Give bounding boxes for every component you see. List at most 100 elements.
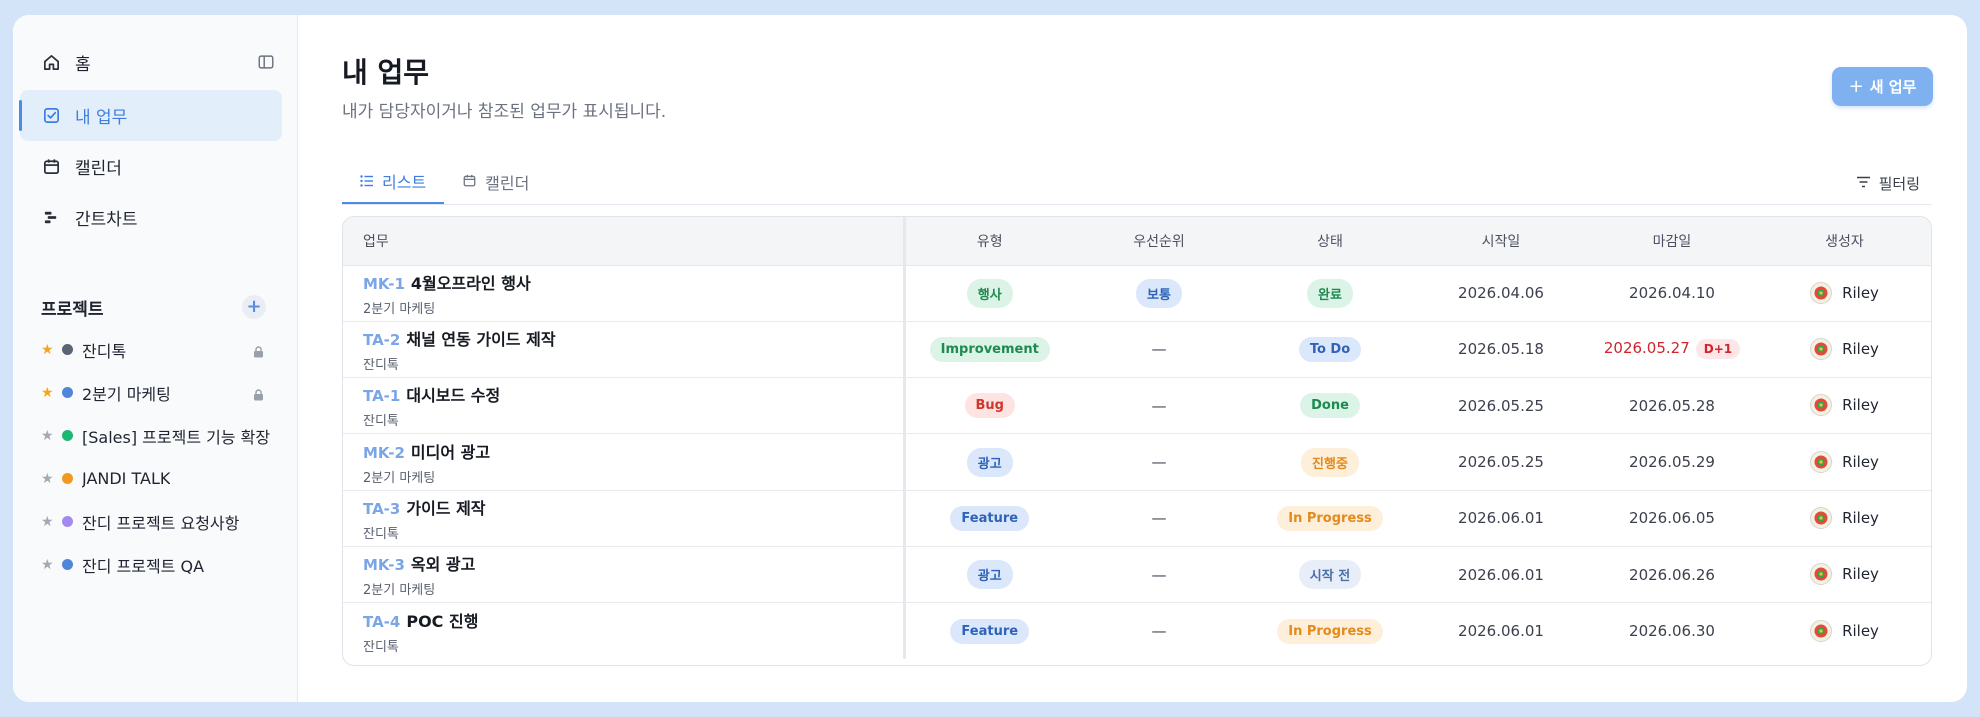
star-icon[interactable]: ★ (41, 471, 54, 487)
column-header-creator[interactable]: 생성자 (1758, 217, 1931, 266)
start-cell[interactable]: 2026.05.18 (1416, 321, 1586, 377)
task-key[interactable]: MK-3 (363, 556, 405, 574)
start-cell[interactable]: 2026.04.06 (1416, 265, 1586, 321)
start-cell[interactable]: 2026.05.25 (1416, 434, 1586, 490)
table-row[interactable]: TA-1 대시보드 수정잔디톡 Bug — Done 2026.05.25 2026.05.… (343, 377, 1931, 434)
priority-badge[interactable]: 보통 (1136, 278, 1182, 308)
status-badge[interactable]: 완료 (1307, 278, 1353, 308)
start-cell[interactable]: 2026.06.01 (1416, 490, 1586, 546)
filter-button[interactable]: 필터링 (1856, 161, 1920, 205)
priority-empty[interactable]: — (1152, 509, 1167, 527)
priority-empty[interactable]: — (1152, 622, 1167, 640)
type-badge[interactable]: Feature (950, 618, 1030, 644)
column-header-status[interactable]: 상태 (1244, 217, 1416, 266)
due-cell[interactable]: 2026.04.10 (1586, 265, 1758, 321)
table-row[interactable]: MK-1 4월오프라인 행사 2분기 마케팅 행사 보통 완료 2026.04.06 2026… (343, 265, 1931, 322)
task-name[interactable]: POC 진행 (406, 612, 478, 631)
due-cell[interactable]: 2026.05.29 (1586, 434, 1758, 490)
avatar (1810, 619, 1833, 642)
type-badge[interactable]: Feature (950, 505, 1030, 531)
priority-empty[interactable]: — (1152, 453, 1167, 471)
task-cell[interactable]: TA-3 가이드 제작 잔디톡 (343, 490, 906, 547)
task-key[interactable]: TA-1 (363, 387, 400, 405)
status-badge[interactable]: In Progress (1277, 505, 1383, 531)
due-cell[interactable]: 2026.06.26 (1586, 546, 1758, 602)
task-name[interactable]: 대시보드 수정 (406, 386, 500, 405)
star-icon[interactable]: ★ (41, 557, 54, 573)
task-name[interactable]: 미디어 광고 (411, 443, 490, 462)
sidebar-project-item[interactable]: ★ 잔디톡 (20, 328, 282, 371)
column-header-task[interactable]: 업무 (343, 217, 906, 266)
due-cell[interactable]: 2026.05.28 (1586, 378, 1758, 434)
task-key[interactable]: MK-1 (363, 275, 405, 293)
task-name[interactable]: 4월오프라인 행사 (411, 274, 531, 293)
type-badge[interactable]: Bug (964, 393, 1015, 419)
sidebar-item-home[interactable]: 홈 (20, 44, 282, 80)
status-badge[interactable]: To Do (1298, 336, 1362, 362)
star-icon[interactable]: ★ (41, 385, 54, 401)
start-cell[interactable]: 2026.06.01 (1416, 603, 1586, 659)
column-header-start[interactable]: 시작일 (1416, 217, 1586, 266)
star-icon[interactable]: ★ (41, 428, 54, 444)
task-key[interactable]: TA-3 (363, 500, 400, 518)
type-badge[interactable]: 행사 (966, 278, 1013, 308)
status-badge[interactable]: 시작 전 (1298, 560, 1362, 590)
start-date: 2026.05.25 (1458, 453, 1544, 472)
column-header-due[interactable]: 마감일 (1586, 217, 1758, 266)
star-icon[interactable]: ★ (41, 514, 54, 530)
type-badge[interactable]: Improvement (929, 336, 1050, 362)
creator-cell: Riley (1758, 378, 1931, 434)
task-cell[interactable]: MK-3 옥외 광고 2분기 마케팅 (343, 546, 906, 603)
task-cell[interactable]: TA-2 채널 연동 가이드 제작 잔디톡 (343, 321, 906, 378)
task-name[interactable]: 옥외 광고 (411, 555, 475, 574)
tab-list[interactable]: 리스트 (342, 160, 445, 204)
status-badge[interactable]: In Progress (1277, 618, 1383, 644)
due-cell[interactable]: 2026.05.27 D+1 (1586, 321, 1758, 377)
star-icon[interactable]: ★ (41, 342, 54, 358)
task-name[interactable]: 가이드 제작 (406, 499, 485, 518)
tab-calendar[interactable]: 캘린더 (444, 160, 547, 204)
type-badge[interactable]: 광고 (966, 560, 1013, 590)
table-row[interactable]: TA-2 채널 연동 가이드 제작 잔디톡 Improvement — To Do 2026… (343, 321, 1931, 378)
type-badge[interactable]: 광고 (966, 447, 1013, 477)
add-project-button[interactable]: + (242, 295, 266, 319)
sidebar-item-label: 캘린더 (75, 159, 122, 179)
column-header-type[interactable]: 유형 (904, 217, 1074, 266)
creator-name: Riley (1842, 565, 1879, 584)
priority-empty[interactable]: — (1152, 340, 1167, 358)
sidebar-project-item[interactable]: ★ [Sales] 프로젝트 기능 확장 (20, 414, 282, 457)
column-header-priority[interactable]: 우선순위 (1074, 217, 1244, 266)
table-row[interactable]: TA-3 가이드 제작 잔디톡 Feature — In Progress 2026.06.… (343, 490, 1931, 547)
sidebar-item-my-tasks[interactable]: 내 업무 (19, 90, 282, 141)
sidebar-project-item[interactable]: ★ 잔디 프로젝트 QA (20, 543, 282, 586)
due-cell[interactable]: 2026.06.05 (1586, 490, 1758, 546)
new-task-button[interactable]: + 새 업무 (1832, 67, 1933, 106)
status-badge[interactable]: 진행중 (1301, 447, 1359, 477)
sidebar-toggle-icon[interactable] (257, 53, 277, 73)
priority-empty[interactable]: — (1152, 397, 1167, 415)
sidebar-item-calendar[interactable]: 캘린더 (20, 141, 282, 192)
start-cell[interactable]: 2026.06.01 (1416, 546, 1586, 602)
task-cell[interactable]: MK-1 4월오프라인 행사 2분기 마케팅 (343, 265, 906, 322)
task-key[interactable]: TA-4 (363, 613, 400, 631)
task-cell[interactable]: TA-4 POC 진행 잔디톡 (343, 602, 906, 660)
priority-empty[interactable]: — (1152, 566, 1167, 584)
sidebar-project-item[interactable]: ★ JANDI TALK (20, 457, 282, 500)
task-key[interactable]: MK-2 (363, 444, 405, 462)
sidebar-item-gantt[interactable]: 간트차트 (20, 192, 282, 243)
task-name[interactable]: 채널 연동 가이드 제작 (406, 330, 555, 349)
projects-header: 프로젝트 + (20, 292, 282, 322)
type-cell: Feature (904, 490, 1074, 546)
table-row[interactable]: TA-4 POC 진행 잔디톡 Feature — In Progress 2026.06.… (343, 602, 1931, 660)
table-row[interactable]: MK-2 미디어 광고 2분기 마케팅 광고 — 진행중 2026.05.25 2026.05… (343, 433, 1931, 491)
sidebar-project-item[interactable]: ★ 2분기 마케팅 (20, 371, 282, 414)
task-cell[interactable]: MK-2 미디어 광고 2분기 마케팅 (343, 433, 906, 491)
status-badge[interactable]: Done (1300, 393, 1360, 419)
task-cell[interactable]: TA-1 대시보드 수정잔디톡 (343, 377, 906, 434)
sidebar-project-item[interactable]: ★ 잔디 프로젝트 요청사항 (20, 500, 282, 543)
task-project: 잔디톡 (363, 414, 399, 430)
table-row[interactable]: MK-3 옥외 광고 2분기 마케팅 광고 — 시작 전 2026.06.01 2026.06… (343, 546, 1931, 603)
task-key[interactable]: TA-2 (363, 331, 400, 349)
due-cell[interactable]: 2026.06.30 (1586, 603, 1758, 659)
start-cell[interactable]: 2026.05.25 (1416, 378, 1586, 434)
